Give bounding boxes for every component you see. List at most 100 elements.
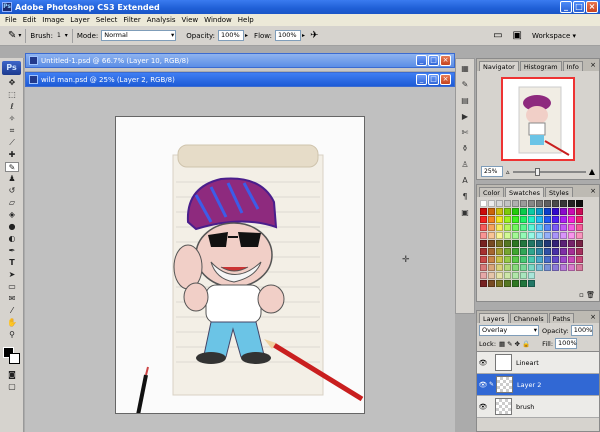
color-swatch[interactable] <box>560 280 567 287</box>
color-swatch[interactable] <box>544 216 551 223</box>
zoom-input[interactable]: 25% <box>481 166 503 177</box>
color-swatch[interactable] <box>536 248 543 255</box>
delete-swatch-icon[interactable]: 🗑 <box>586 291 595 299</box>
color-swatch[interactable] <box>488 232 495 239</box>
color-swatch[interactable] <box>480 272 487 279</box>
color-swatch[interactable] <box>560 232 567 239</box>
color-swatch[interactable] <box>480 240 487 247</box>
close-button[interactable]: × <box>586 1 598 13</box>
swatch-grid[interactable] <box>480 200 596 287</box>
color-swatch[interactable] <box>544 256 551 263</box>
path-selection-tool-icon[interactable]: ➤ <box>5 270 19 280</box>
color-swatch[interactable] <box>536 224 543 231</box>
color-swatch[interactable] <box>504 280 511 287</box>
color-swatch[interactable] <box>552 264 559 271</box>
color-swatch[interactable] <box>488 240 495 247</box>
color-swatch[interactable] <box>512 264 519 271</box>
color-swatch[interactable] <box>480 208 487 215</box>
move-tool-icon[interactable]: ✥ <box>5 78 19 88</box>
color-swatch[interactable] <box>488 256 495 263</box>
color-swatch[interactable] <box>536 232 543 239</box>
color-swatch[interactable] <box>480 200 487 207</box>
color-swatch[interactable] <box>512 232 519 239</box>
doc-maximize-button[interactable]: □ <box>428 74 439 85</box>
background-color-swatch[interactable] <box>9 353 20 364</box>
color-swatch[interactable] <box>576 264 583 271</box>
color-swatch[interactable] <box>528 224 535 231</box>
color-swatch[interactable] <box>520 200 527 207</box>
fill-input[interactable]: 100% <box>555 338 578 349</box>
layer-row-layer-2[interactable]: 👁 ✎ Layer 2 <box>477 374 599 396</box>
color-swatch[interactable] <box>544 248 551 255</box>
color-swatch[interactable] <box>568 248 575 255</box>
magic-wand-tool-icon[interactable]: ✧ <box>5 114 19 124</box>
marquee-tool-icon[interactable]: ⬚ <box>5 90 19 100</box>
color-swatch[interactable] <box>512 256 519 263</box>
stamp-icon[interactable]: ♙ <box>458 159 472 171</box>
menu-select[interactable]: Select <box>93 16 121 24</box>
color-swatch[interactable] <box>512 240 519 247</box>
workspace-button[interactable]: Workspace ▾ <box>532 32 576 40</box>
color-swatch[interactable] <box>504 200 511 207</box>
color-swatch[interactable] <box>560 216 567 223</box>
color-swatch[interactable] <box>520 208 527 215</box>
color-swatch[interactable] <box>568 264 575 271</box>
visibility-eye-icon[interactable]: 👁 <box>477 403 489 411</box>
color-swatch[interactable] <box>512 216 519 223</box>
flow-input[interactable]: 100% <box>275 30 302 41</box>
color-swatch[interactable] <box>576 280 583 287</box>
color-swatch[interactable] <box>528 232 535 239</box>
color-swatch[interactable] <box>480 280 487 287</box>
color-swatch[interactable] <box>560 224 567 231</box>
layer-opacity-input[interactable]: 100% <box>570 325 593 336</box>
tab-color[interactable]: Color <box>479 187 504 197</box>
airbrush-icon[interactable]: ✈ <box>310 30 318 41</box>
color-swatch[interactable] <box>488 208 495 215</box>
color-swatch[interactable] <box>480 232 487 239</box>
color-swatch[interactable] <box>544 200 551 207</box>
zoom-in-icon[interactable]: ▲ <box>589 167 595 176</box>
color-swatch[interactable] <box>504 216 511 223</box>
color-swatch[interactable] <box>520 224 527 231</box>
color-swatch[interactable] <box>560 272 567 279</box>
doc-minimize-button[interactable]: _ <box>416 74 427 85</box>
photoshop-logo-icon[interactable]: Ps <box>2 61 21 75</box>
color-swatch[interactable] <box>496 208 503 215</box>
color-swatch[interactable] <box>528 264 535 271</box>
color-swatch[interactable] <box>504 232 511 239</box>
color-swatch[interactable] <box>480 264 487 271</box>
menu-window[interactable]: Window <box>201 16 235 24</box>
color-swatch[interactable] <box>504 272 511 279</box>
visibility-eye-icon[interactable]: 👁 <box>477 381 489 389</box>
paint-bucket-tool-icon[interactable]: ◈ <box>5 210 19 220</box>
color-swatch[interactable] <box>576 248 583 255</box>
doc-close-button[interactable]: × <box>440 74 451 85</box>
tab-styles[interactable]: Styles <box>545 187 573 197</box>
dodge-tool-icon[interactable]: ◐ <box>5 234 19 244</box>
mode-select[interactable]: Normal ▾ <box>101 30 177 41</box>
tab-paths[interactable]: Paths <box>548 313 575 323</box>
screen-mode-icon[interactable]: ▢ <box>5 382 19 392</box>
color-swatch[interactable] <box>496 240 503 247</box>
color-swatch[interactable] <box>504 208 511 215</box>
brush-tool-icon[interactable]: ✎ <box>5 162 19 172</box>
opacity-input[interactable]: 100% <box>218 30 245 41</box>
color-swatch[interactable] <box>576 240 583 247</box>
color-swatch[interactable] <box>520 272 527 279</box>
opacity-dropdown-icon[interactable]: ▸ <box>245 32 248 39</box>
clone-stamp-tool-icon[interactable]: ♟ <box>5 174 19 184</box>
close-icon[interactable]: × <box>589 187 597 195</box>
color-swatch[interactable] <box>496 224 503 231</box>
brush-size[interactable]: 1 <box>57 32 61 39</box>
color-swatch[interactable] <box>536 200 543 207</box>
color-swatch[interactable] <box>488 200 495 207</box>
color-swatch[interactable] <box>552 208 559 215</box>
color-swatch[interactable] <box>488 248 495 255</box>
color-swatch[interactable] <box>552 256 559 263</box>
navigator-preview[interactable] <box>501 77 575 161</box>
color-swatch[interactable] <box>544 272 551 279</box>
color-swatch[interactable] <box>528 240 535 247</box>
layer-comps-icon[interactable]: ▤ <box>458 95 472 107</box>
color-swatch[interactable] <box>536 240 543 247</box>
color-swatch[interactable] <box>576 272 583 279</box>
